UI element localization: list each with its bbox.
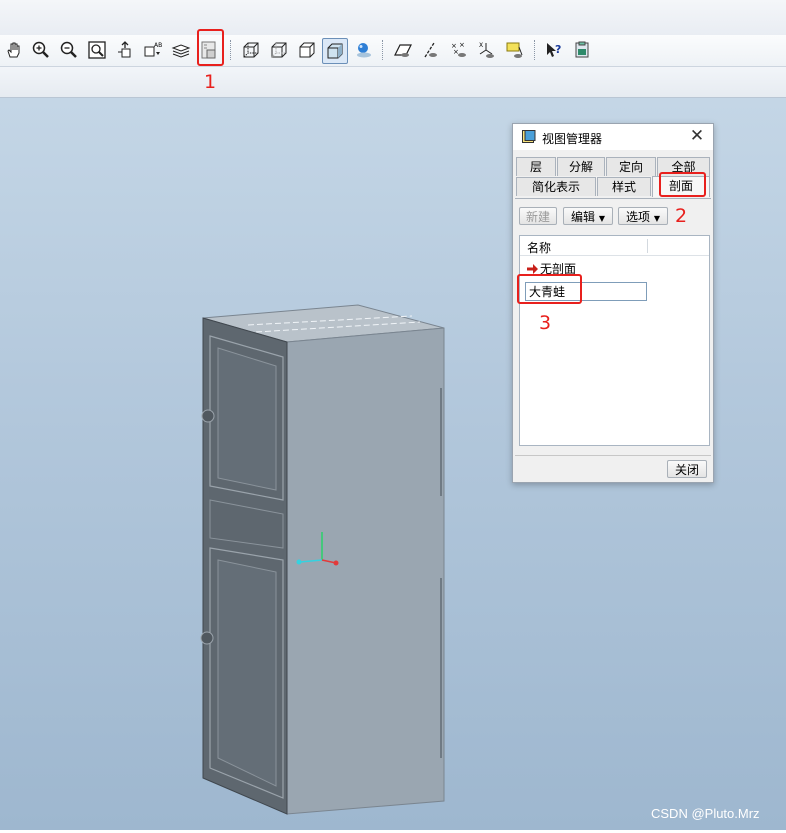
datum-points-icon[interactable]: × × × [448,39,470,61]
tab-simplified-rep[interactable]: 简化表示 [516,177,596,196]
annotation-label-3: 3 [539,312,552,334]
top-strip [0,0,786,36]
edit-label: 编辑 [571,210,596,224]
close-button[interactable]: 关闭 [667,460,707,478]
section-list: 名称 无剖面 大青蛙 [519,235,710,446]
annotation-label-2: 2 [675,205,688,227]
svg-text:X: X [479,42,483,49]
zoom-out-icon[interactable] [58,39,80,61]
options-label: 选项 [626,210,651,224]
tab-layers[interactable]: 层 [516,157,556,176]
pan-icon[interactable] [3,39,25,61]
whats-this-icon[interactable]: ? [543,39,565,61]
options-menu-button[interactable]: 选项 ▼ [618,207,668,225]
toolbar-separator [230,40,232,60]
zoom-in-icon[interactable] [30,39,52,61]
tab-style[interactable]: 样式 [597,177,651,196]
highlight-box-2 [659,172,706,197]
column-name-header[interactable]: 名称 [527,239,551,256]
chevron-down-icon: ▼ [653,214,660,223]
svg-text:×: × [453,48,459,56]
toolbar-separator [534,40,536,60]
arrow-right-icon [527,263,538,274]
tab-orient[interactable]: 定向 [606,157,656,176]
svg-text:AB: AB [154,42,162,49]
svg-text:×: × [459,41,465,49]
shading-icon[interactable] [322,38,348,64]
hidden-line-icon[interactable] [268,39,290,61]
sub-toolbar [0,67,786,98]
appearance-icon[interactable] [352,39,374,61]
saved-views-icon[interactable]: AB [142,39,164,61]
dialog-footer-divider [515,455,711,456]
datum-planes-icon[interactable] [392,39,414,61]
wireframe-icon[interactable] [240,39,262,61]
highlight-box-1 [197,29,224,66]
datum-axes-icon[interactable] [420,39,442,61]
annotations-icon[interactable] [504,39,526,61]
edit-menu-button[interactable]: 编辑 ▼ [563,207,613,225]
dialog-titlebar[interactable]: 视图管理器 ✕ [513,124,713,150]
chevron-down-icon: ▼ [598,214,605,223]
watermark: CSDN @Pluto.Mrz [651,806,760,821]
annotation-label-1: 1 [204,71,217,93]
column-divider [647,239,648,253]
new-button[interactable]: 新建 [519,207,557,225]
graphics-toolbar: AB × × × X ? [0,35,786,67]
reorient-icon[interactable] [114,39,136,61]
refit-icon[interactable] [86,39,108,61]
list-header: 名称 [520,236,709,256]
layers-icon[interactable] [170,39,192,61]
tab-explode[interactable]: 分解 [557,157,605,176]
highlight-box-3 [517,274,582,304]
no-hidden-icon[interactable] [296,39,318,61]
svg-text:?: ? [555,43,561,56]
view-manager-icon [522,130,536,143]
coordinate-systems-icon[interactable]: X [476,39,498,61]
close-icon[interactable]: ✕ [688,127,706,145]
model-tree-icon[interactable] [571,39,593,61]
dialog-title: 视图管理器 [542,132,603,146]
toolbar-separator [382,40,384,60]
